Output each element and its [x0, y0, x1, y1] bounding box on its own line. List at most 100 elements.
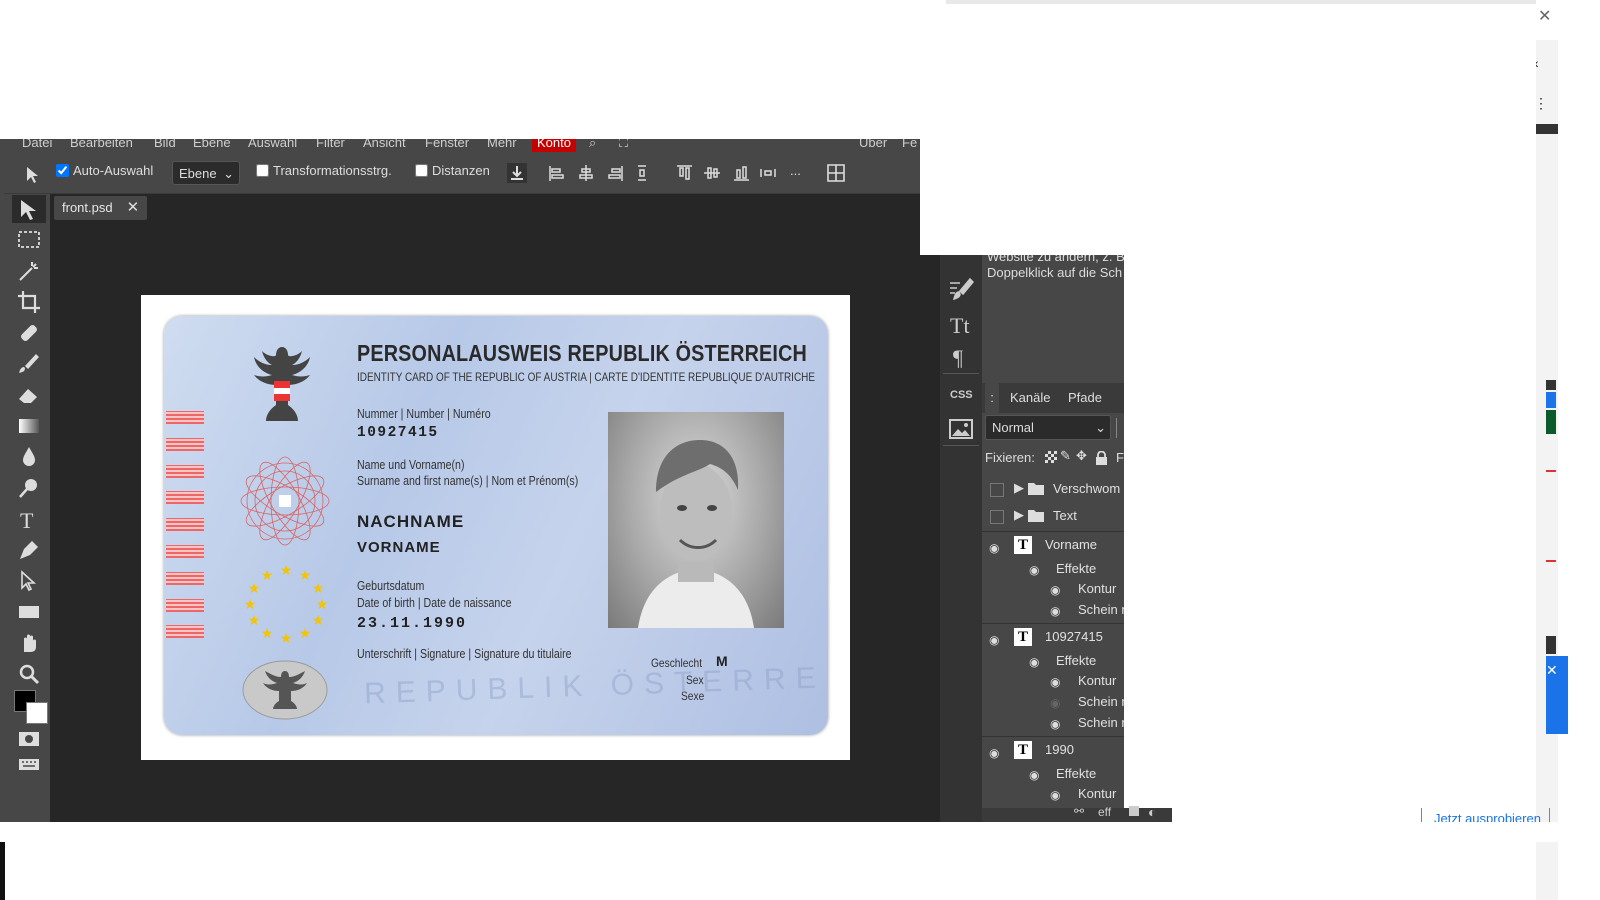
layer-select-dropdown[interactable]: Ebene ⌄ — [172, 161, 240, 185]
menu-fe[interactable]: Fe — [902, 139, 917, 150]
caret-right-icon[interactable]: ▶ — [1014, 507, 1024, 523]
eye-icon[interactable]: ◉ — [1050, 604, 1060, 618]
menu-auswahl[interactable]: Auswahl — [248, 139, 297, 150]
link-layers-icon[interactable]: ⚯ — [1074, 804, 1084, 818]
eye-icon[interactable]: ◉ — [1050, 717, 1060, 731]
css-panel-icon[interactable]: CSS — [950, 389, 973, 401]
mask-icon[interactable] — [1129, 806, 1139, 816]
layer-visibility-off[interactable] — [990, 510, 1004, 524]
brush-tool-icon[interactable] — [16, 351, 42, 377]
layer-row-number[interactable]: ◉ T 10927415 ◉ Effekte ◉ Kontur ◉ Schein… — [982, 625, 1124, 737]
menu-ebene[interactable]: Ebene — [193, 139, 231, 150]
tab-menu[interactable]: : — [985, 383, 999, 413]
path-select-icon[interactable] — [16, 568, 42, 594]
paragraph-panel-icon[interactable]: ¶ — [948, 345, 974, 369]
caret-right-icon[interactable]: ▶ — [1014, 480, 1024, 496]
eraser-tool-icon[interactable] — [16, 382, 42, 408]
transform-checkbox[interactable] — [256, 164, 269, 177]
align-bottom-icon[interactable] — [731, 163, 751, 183]
layer-effects-button[interactable]: eff — [1098, 805, 1111, 819]
healing-brush-icon[interactable] — [16, 320, 42, 346]
align-center-h-icon[interactable] — [576, 163, 596, 183]
close-promo-icon[interactable]: ✕ — [1546, 662, 1558, 679]
pen-tool-icon[interactable] — [16, 537, 42, 563]
grid-icon[interactable] — [826, 163, 846, 183]
canvas[interactable]: ★ ★ ★ ★ ★ ★ ★ ★ ★ ★ ★ ★ PERSONALAUSWEIS REPUBLIK ÖS… — [141, 295, 850, 760]
menu-bearbeiten[interactable]: Bearbeiten — [70, 139, 133, 150]
eye-icon[interactable]: ◉ — [1050, 788, 1060, 802]
menu-filter[interactable]: Filter — [316, 139, 345, 150]
distribute-h-icon[interactable] — [758, 163, 778, 183]
layer-row-text[interactable]: ▶ Text — [982, 503, 1124, 530]
tab-pfade[interactable]: Pfade — [1068, 390, 1102, 405]
distances-option[interactable]: Distanzen — [415, 163, 490, 178]
more-options[interactable]: ... — [790, 163, 801, 178]
blend-mode-dropdown[interactable]: Normal ⌄ — [985, 415, 1111, 440]
fullscreen-icon[interactable]: ⛶ — [619, 139, 628, 151]
document-area[interactable]: front.psd ✕ ★ ★ ★ ★ ★ ★ ★ ★ ★ ★ ★ ★ PERS… — [50, 194, 920, 839]
opacity-field-edge[interactable] — [1116, 418, 1124, 438]
lock-all-icon[interactable] — [1095, 451, 1108, 465]
brush-settings-icon[interactable] — [948, 277, 974, 301]
move-tool-icon[interactable] — [16, 197, 42, 223]
search-icon[interactable]: ⌕ — [589, 139, 596, 151]
close-tab-icon[interactable]: ✕ — [127, 196, 140, 220]
rectangle-tool-icon[interactable] — [16, 599, 42, 625]
type-tool-icon[interactable]: T — [16, 506, 42, 532]
eye-hidden-icon[interactable]: ◉ — [1050, 696, 1060, 710]
auto-select-checkbox[interactable] — [56, 164, 69, 177]
lock-transparency-icon[interactable] — [1045, 451, 1057, 463]
lock-move-icon[interactable]: ✥ — [1076, 448, 1087, 464]
adjustment-layer-icon[interactable]: ◐ — [1148, 804, 1156, 820]
close-window-icon[interactable]: ✕ — [1538, 6, 1551, 26]
auto-select-option[interactable]: Auto-Auswahl — [56, 163, 153, 178]
move-tool-icon[interactable] — [24, 165, 44, 185]
transform-option[interactable]: Transformationsstrg. — [256, 163, 392, 178]
gradient-tool-icon[interactable] — [16, 413, 42, 439]
crop-tool-icon[interactable] — [16, 289, 42, 315]
eye-icon[interactable]: ◉ — [1029, 563, 1039, 577]
character-panel-icon[interactable]: Tt — [948, 313, 974, 337]
photopea-app: Datei Bearbeiten Bild Ebene Auswahl Filt… — [4, 139, 920, 839]
align-left-icon[interactable] — [546, 163, 566, 183]
eye-icon[interactable]: ◉ — [1050, 675, 1060, 689]
eye-icon[interactable]: ◉ — [1029, 655, 1039, 669]
menu-bild[interactable]: Bild — [154, 139, 176, 150]
eye-icon[interactable]: ◉ — [989, 541, 999, 555]
eye-icon[interactable]: ◉ — [989, 633, 999, 647]
menu-datei[interactable]: Datei — [22, 139, 52, 150]
distribute-v-icon[interactable] — [632, 163, 652, 183]
more-vert-icon[interactable]: ⋮ — [1534, 95, 1548, 112]
background-color-swatch[interactable] — [26, 702, 48, 724]
eye-icon[interactable]: ◉ — [1029, 768, 1039, 782]
quick-mask-icon[interactable] — [16, 726, 42, 752]
layer-row-1990[interactable]: ◉ T 1990 ◉ Effekte ◉ Kontur — [982, 738, 1124, 808]
lock-brush-icon[interactable]: ✎ — [1060, 448, 1071, 464]
image-panel-icon[interactable] — [949, 419, 973, 439]
download-icon[interactable] — [507, 163, 527, 183]
keyboard-icon[interactable] — [16, 751, 42, 777]
menu-mehr[interactable]: Mehr — [487, 139, 517, 150]
try-now-button[interactable]: Jetzt ausprobieren — [1421, 808, 1550, 822]
layer-row-vorname[interactable]: ◉ T Vorname ◉ Effekte ◉ Kontur ◉ Schein … — [982, 533, 1124, 623]
document-tab[interactable]: front.psd ✕ — [54, 196, 148, 220]
magic-wand-icon[interactable] — [16, 258, 42, 284]
marquee-tool-icon[interactable] — [16, 227, 42, 253]
align-top-icon[interactable] — [674, 163, 694, 183]
hand-tool-icon[interactable] — [16, 630, 42, 656]
layer-visibility-off[interactable] — [990, 483, 1004, 497]
dodge-tool-icon[interactable] — [16, 475, 42, 501]
distances-checkbox[interactable] — [415, 164, 428, 177]
zoom-tool-icon[interactable] — [16, 661, 42, 687]
eye-icon[interactable]: ◉ — [1050, 583, 1060, 597]
menu-konto[interactable]: Konto — [532, 139, 576, 152]
eye-icon[interactable]: ◉ — [989, 746, 999, 760]
menu-fenster[interactable]: Fenster — [425, 139, 469, 150]
layer-row-verschwom[interactable]: ▶ Verschwom — [982, 476, 1124, 503]
menu-ansicht[interactable]: Ansicht — [363, 139, 406, 150]
tab-kanaele[interactable]: Kanäle — [1010, 390, 1050, 405]
blur-tool-icon[interactable] — [16, 444, 42, 470]
align-middle-v-icon[interactable] — [702, 163, 722, 183]
align-right-icon[interactable] — [606, 163, 626, 183]
menu-ueber[interactable]: Über — [859, 139, 887, 150]
